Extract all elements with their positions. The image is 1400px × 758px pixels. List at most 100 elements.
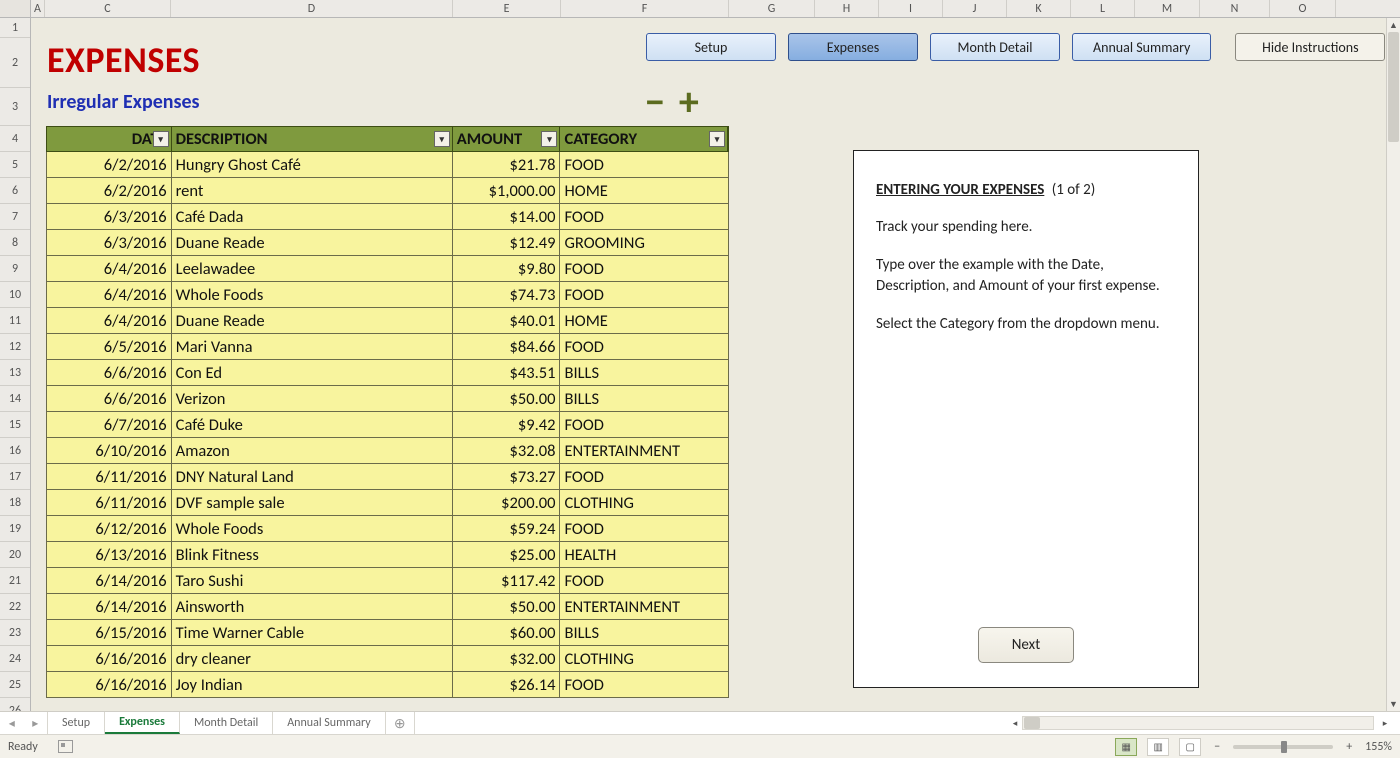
cell-date[interactable]: 6/16/2016 <box>47 672 172 697</box>
table-row[interactable]: 6/15/2016Time Warner Cable$60.00BILLS <box>46 620 729 646</box>
table-row[interactable]: 6/6/2016Verizon$50.00BILLS <box>46 386 729 412</box>
vertical-scrollbar[interactable]: ▲ ▼ <box>1386 18 1400 711</box>
filter-description-icon[interactable]: ▾ <box>434 131 450 147</box>
cell-amount[interactable]: $32.00 <box>453 646 561 671</box>
table-row[interactable]: 6/4/2016Duane Reade$40.01HOME <box>46 308 729 334</box>
table-row[interactable]: 6/3/2016Café Dada$14.00FOOD <box>46 204 729 230</box>
table-row[interactable]: 6/3/2016Duane Reade$12.49GROOMING <box>46 230 729 256</box>
zoom-out-button[interactable]: − <box>1211 740 1223 754</box>
cell-date[interactable]: 6/14/2016 <box>47 594 172 619</box>
cell-category[interactable]: BILLS <box>560 360 728 385</box>
column-header-C[interactable]: C <box>45 0 171 17</box>
cell-description[interactable]: Whole Foods <box>172 282 453 307</box>
cell-date[interactable]: 6/13/2016 <box>47 542 172 567</box>
panel-next-button[interactable]: Next <box>978 627 1074 663</box>
cell-description[interactable]: Taro Sushi <box>172 568 453 593</box>
cell-description[interactable]: Café Dada <box>172 204 453 229</box>
cell-description[interactable]: DVF sample sale <box>172 490 453 515</box>
row-header-12[interactable]: 12 <box>0 334 30 360</box>
cell-date[interactable]: 6/3/2016 <box>47 230 172 255</box>
row-header-24[interactable]: 24 <box>0 646 30 672</box>
cell-amount[interactable]: $9.42 <box>453 412 561 437</box>
cell-date[interactable]: 6/15/2016 <box>47 620 172 645</box>
cell-amount[interactable]: $1,000.00 <box>453 178 561 203</box>
worksheet-area[interactable]: EXPENSES Irregular Expenses Setup Expens… <box>31 18 1386 711</box>
table-row[interactable]: 6/11/2016DNY Natural Land$73.27FOOD <box>46 464 729 490</box>
cell-description[interactable]: rent <box>172 178 453 203</box>
nav-annual-summary-button[interactable]: Annual Summary <box>1072 33 1211 61</box>
cell-category[interactable]: FOOD <box>560 464 728 489</box>
header-category[interactable]: CATEGORY▾ <box>560 127 728 151</box>
cell-description[interactable]: Blink Fitness <box>172 542 453 567</box>
tab-next-icon[interactable]: ▸ <box>32 716 38 731</box>
scroll-down-icon[interactable]: ▼ <box>1387 697 1400 711</box>
row-header-23[interactable]: 23 <box>0 620 30 646</box>
cell-date[interactable]: 6/6/2016 <box>47 386 172 411</box>
table-row[interactable]: 6/13/2016Blink Fitness$25.00HEALTH <box>46 542 729 568</box>
cell-date[interactable]: 6/4/2016 <box>47 256 172 281</box>
view-page-break-button[interactable]: ▢ <box>1179 738 1201 756</box>
row-header-20[interactable]: 20 <box>0 542 30 568</box>
column-header-F[interactable]: F <box>561 0 729 17</box>
nav-month-detail-button[interactable]: Month Detail <box>930 33 1060 61</box>
column-header-G[interactable]: G <box>729 0 815 17</box>
zoom-level[interactable]: 155% <box>1365 740 1392 754</box>
cell-description[interactable]: Café Duke <box>172 412 453 437</box>
row-header-22[interactable]: 22 <box>0 594 30 620</box>
vscroll-thumb[interactable] <box>1388 32 1399 142</box>
cell-amount[interactable]: $73.27 <box>453 464 561 489</box>
header-description[interactable]: DESCRIPTION▾ <box>172 127 453 151</box>
hscroll-track[interactable] <box>1022 716 1374 730</box>
row-header-3[interactable]: 3 <box>0 88 30 126</box>
cell-category[interactable]: FOOD <box>560 672 728 697</box>
cell-category[interactable]: FOOD <box>560 516 728 541</box>
cell-date[interactable]: 6/11/2016 <box>47 464 172 489</box>
cell-amount[interactable]: $74.73 <box>453 282 561 307</box>
cell-date[interactable]: 6/10/2016 <box>47 438 172 463</box>
hscroll-thumb[interactable] <box>1024 717 1040 729</box>
cell-date[interactable]: 6/5/2016 <box>47 334 172 359</box>
tab-nav-arrows[interactable]: ◂▸ <box>0 712 48 734</box>
view-page-layout-button[interactable]: ▥ <box>1147 738 1169 756</box>
column-header-K[interactable]: K <box>1007 0 1071 17</box>
cell-description[interactable]: Duane Reade <box>172 308 453 333</box>
table-row[interactable]: 6/14/2016Ainsworth$50.00ENTERTAINMENT <box>46 594 729 620</box>
column-header-D[interactable]: D <box>171 0 453 17</box>
table-row[interactable]: 6/2/2016Hungry Ghost Café$21.78FOOD <box>46 152 729 178</box>
cell-category[interactable]: FOOD <box>560 256 728 281</box>
cell-description[interactable]: Mari Vanna <box>172 334 453 359</box>
row-header-1[interactable]: 1 <box>0 18 30 38</box>
row-header-18[interactable]: 18 <box>0 490 30 516</box>
cell-amount[interactable]: $40.01 <box>453 308 561 333</box>
cell-amount[interactable]: $84.66 <box>453 334 561 359</box>
cell-date[interactable]: 6/11/2016 <box>47 490 172 515</box>
cell-category[interactable]: ENTERTAINMENT <box>560 438 728 463</box>
cell-description[interactable]: Whole Foods <box>172 516 453 541</box>
nav-expenses-button[interactable]: Expenses <box>788 33 918 61</box>
cell-category[interactable]: FOOD <box>560 412 728 437</box>
cell-amount[interactable]: $59.24 <box>453 516 561 541</box>
row-header-16[interactable]: 16 <box>0 438 30 464</box>
hide-instructions-button[interactable]: Hide Instructions <box>1235 33 1385 61</box>
column-header-O[interactable]: O <box>1270 0 1336 17</box>
column-header-M[interactable]: M <box>1135 0 1200 17</box>
zoom-slider-thumb[interactable] <box>1281 741 1287 753</box>
cell-amount[interactable]: $26.14 <box>453 672 561 697</box>
row-header-7[interactable]: 7 <box>0 204 30 230</box>
sheet-tab-expenses[interactable]: Expenses <box>105 712 180 734</box>
vscroll-track[interactable] <box>1387 32 1400 697</box>
cell-category[interactable]: GROOMING <box>560 230 728 255</box>
cell-category[interactable]: CLOTHING <box>560 490 728 515</box>
cell-date[interactable]: 6/2/2016 <box>47 152 172 177</box>
cell-category[interactable]: FOOD <box>560 152 728 177</box>
cell-amount[interactable]: $117.42 <box>453 568 561 593</box>
cell-category[interactable]: FOOD <box>560 204 728 229</box>
cell-date[interactable]: 6/2/2016 <box>47 178 172 203</box>
column-header-N[interactable]: N <box>1200 0 1270 17</box>
scroll-up-icon[interactable]: ▲ <box>1387 18 1400 32</box>
header-amount[interactable]: AMOUNT▾ <box>453 127 561 151</box>
cell-date[interactable]: 6/3/2016 <box>47 204 172 229</box>
cell-description[interactable]: Hungry Ghost Café <box>172 152 453 177</box>
hscroll-right-icon[interactable]: ▸ <box>1378 715 1392 731</box>
cell-description[interactable]: Verizon <box>172 386 453 411</box>
